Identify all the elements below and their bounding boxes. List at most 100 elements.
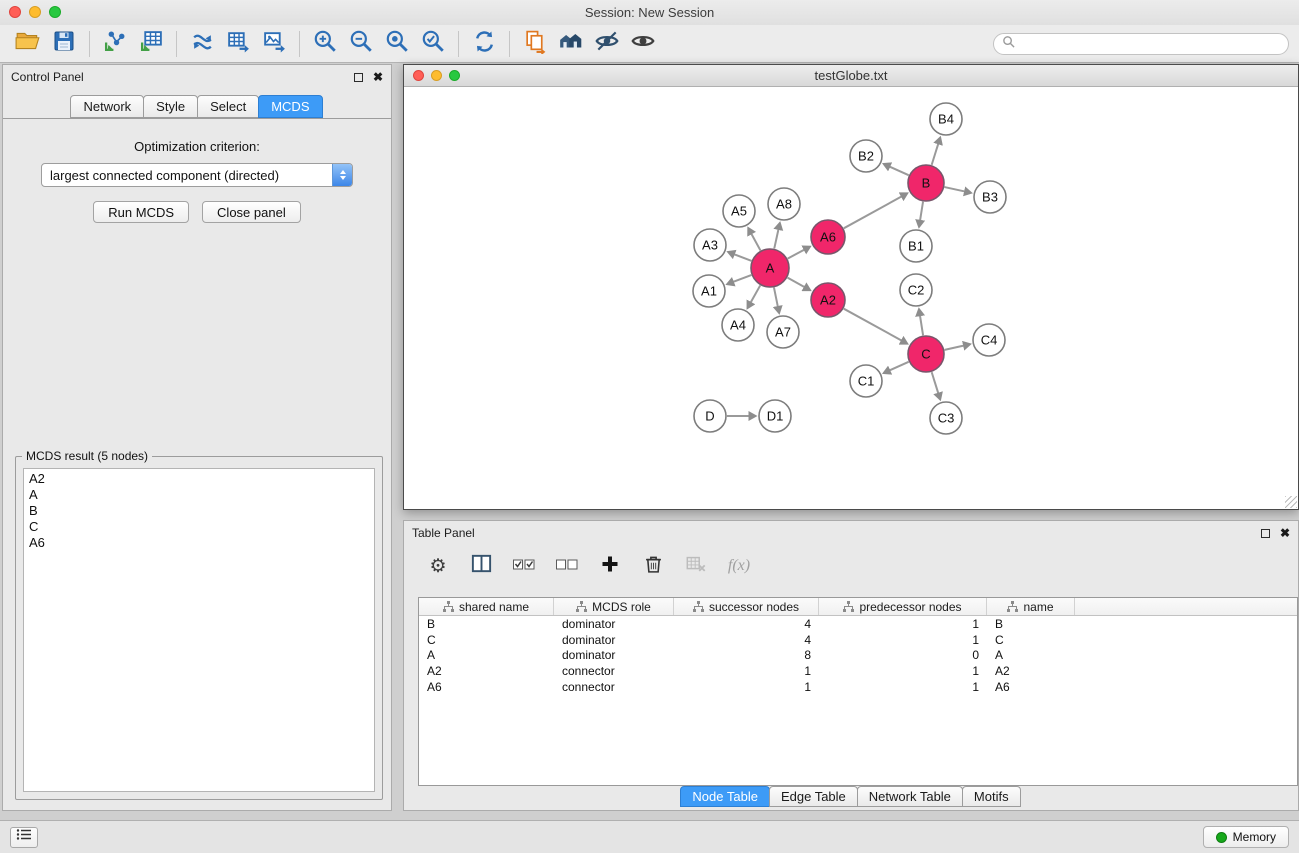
graph-edge-B-B3[interactable] — [945, 187, 965, 191]
graph-node-B[interactable]: B — [908, 165, 944, 201]
export-network-button[interactable] — [184, 28, 220, 60]
cell-mcds-role[interactable]: dominator — [554, 617, 674, 631]
cell-name[interactable]: C — [987, 633, 1075, 647]
table-row[interactable]: A6connector11A6 — [419, 679, 1297, 695]
graph-node-A3[interactable]: A3 — [694, 229, 726, 261]
close-panel-button[interactable]: Close panel — [202, 201, 301, 223]
table-tab-network-table[interactable]: Network Table — [857, 786, 963, 807]
delete-table-button[interactable] — [684, 553, 708, 579]
graph-edge-C-C4[interactable] — [945, 346, 964, 350]
network-window-titlebar[interactable]: testGlobe.txt — [404, 65, 1298, 87]
graph-node-A2[interactable]: A2 — [811, 283, 845, 317]
zoom-out-button[interactable] — [343, 28, 379, 60]
resize-grip[interactable] — [1285, 496, 1297, 508]
column-header-shared-name[interactable]: shared name — [419, 598, 554, 615]
cell-name[interactable]: A6 — [987, 680, 1075, 694]
close-window-button[interactable] — [9, 6, 21, 18]
table-row[interactable]: Adominator80A — [419, 647, 1297, 663]
graph-edge-A6-B[interactable] — [844, 197, 902, 229]
search-box[interactable] — [993, 33, 1289, 55]
cell-shared-name[interactable]: A2 — [419, 664, 554, 678]
cell-name[interactable]: A — [987, 648, 1075, 662]
table-settings-button[interactable]: ⚙ — [426, 553, 450, 579]
cell-successor-nodes[interactable]: 1 — [674, 680, 819, 694]
export-table-button[interactable] — [220, 28, 256, 60]
open-session-button[interactable] — [10, 28, 46, 60]
column-header-successor-nodes[interactable]: successor nodes — [674, 598, 819, 615]
close-network-window-button[interactable] — [413, 70, 424, 81]
cell-shared-name[interactable]: A6 — [419, 680, 554, 694]
mcds-result-item[interactable]: B — [29, 503, 369, 519]
cell-predecessor-nodes[interactable]: 1 — [819, 664, 987, 678]
table-tab-edge-table[interactable]: Edge Table — [769, 786, 858, 807]
cell-successor-nodes[interactable]: 1 — [674, 664, 819, 678]
cell-shared-name[interactable]: A — [419, 648, 554, 662]
refresh-button[interactable] — [466, 28, 502, 60]
graph-node-C1[interactable]: C1 — [850, 365, 882, 397]
graph-node-A1[interactable]: A1 — [693, 275, 725, 307]
optimization-criterion-dropdown[interactable]: largest connected component (directed) — [41, 163, 353, 187]
graph-edge-C-C1[interactable] — [890, 362, 909, 371]
minimize-network-window-button[interactable] — [431, 70, 442, 81]
zoom-selected-button[interactable] — [415, 28, 451, 60]
graph-node-A5[interactable]: A5 — [723, 195, 755, 227]
float-table-panel-icon[interactable] — [1261, 529, 1270, 538]
mcds-result-item[interactable]: A — [29, 487, 369, 503]
delete-column-button[interactable] — [641, 553, 665, 579]
table-tab-node-table[interactable]: Node Table — [680, 786, 770, 807]
cell-successor-nodes[interactable]: 4 — [674, 617, 819, 631]
graph-node-C4[interactable]: C4 — [973, 324, 1005, 356]
graph-edge-A-A8[interactable] — [774, 229, 778, 248]
mcds-result-list[interactable]: A2ABCA6 — [23, 468, 375, 792]
graph-node-C[interactable]: C — [908, 336, 944, 372]
graph-edge-A-A2[interactable] — [788, 278, 805, 287]
graph-edge-B-B1[interactable] — [920, 202, 923, 221]
cell-predecessor-nodes[interactable]: 0 — [819, 648, 987, 662]
table-tab-motifs[interactable]: Motifs — [962, 786, 1021, 807]
deselect-all-button[interactable] — [555, 553, 579, 579]
mcds-result-item[interactable]: C — [29, 519, 369, 535]
graph-node-D[interactable]: D — [694, 400, 726, 432]
table-row[interactable]: Cdominator41C — [419, 632, 1297, 648]
graph-edge-A-A7[interactable] — [774, 288, 778, 307]
column-header-mcds-role[interactable]: MCDS role — [554, 598, 674, 615]
mcds-result-item[interactable]: A6 — [29, 535, 369, 551]
graph-edge-A-A5[interactable] — [751, 234, 760, 251]
graph-node-B1[interactable]: B1 — [900, 230, 932, 262]
add-column-button[interactable] — [598, 553, 622, 579]
graph-edge-A-A3[interactable] — [734, 254, 751, 261]
cell-successor-nodes[interactable]: 8 — [674, 648, 819, 662]
select-all-button[interactable] — [512, 553, 536, 579]
graph-node-A4[interactable]: A4 — [722, 309, 754, 341]
graph-edge-C-C3[interactable] — [932, 372, 939, 393]
graph-node-B2[interactable]: B2 — [850, 140, 882, 172]
zoom-network-window-button[interactable] — [449, 70, 460, 81]
status-menu-button[interactable] — [10, 827, 38, 848]
cell-predecessor-nodes[interactable]: 1 — [819, 633, 987, 647]
graph-edge-C-C2[interactable] — [920, 316, 923, 336]
graph-node-A7[interactable]: A7 — [767, 316, 799, 348]
table-row[interactable]: Bdominator41B — [419, 616, 1297, 632]
graph-node-C3[interactable]: C3 — [930, 402, 962, 434]
zoom-fit-button[interactable] — [379, 28, 415, 60]
graph-node-A6[interactable]: A6 — [811, 220, 845, 254]
graph-node-B4[interactable]: B4 — [930, 103, 962, 135]
control-tab-network[interactable]: Network — [70, 95, 144, 118]
cell-mcds-role[interactable]: connector — [554, 664, 674, 678]
control-tab-select[interactable]: Select — [197, 95, 259, 118]
search-input[interactable] — [1020, 37, 1280, 51]
cell-mcds-role[interactable]: dominator — [554, 648, 674, 662]
mcds-result-item[interactable]: A2 — [29, 471, 369, 487]
cell-mcds-role[interactable]: connector — [554, 680, 674, 694]
control-tab-mcds[interactable]: MCDS — [258, 95, 322, 118]
graph-node-A8[interactable]: A8 — [768, 188, 800, 220]
zoom-window-button[interactable] — [49, 6, 61, 18]
network-canvas[interactable]: AA6A2BCA5A8A3A1A4A7B2B4B3B1C2C4C1C3DD1 — [404, 87, 1298, 509]
control-tab-style[interactable]: Style — [143, 95, 198, 118]
close-table-panel-icon[interactable]: ✖ — [1280, 527, 1290, 539]
graph-edge-A-A6[interactable] — [788, 250, 805, 259]
column-header-predecessor-nodes[interactable]: predecessor nodes — [819, 598, 987, 615]
import-network-button[interactable] — [97, 28, 133, 60]
cell-predecessor-nodes[interactable]: 1 — [819, 617, 987, 631]
graph-node-A[interactable]: A — [751, 249, 789, 287]
